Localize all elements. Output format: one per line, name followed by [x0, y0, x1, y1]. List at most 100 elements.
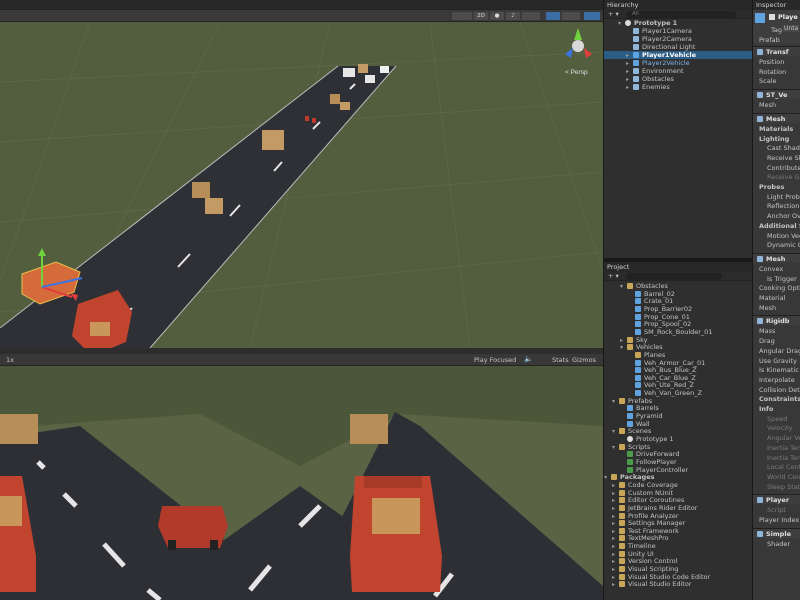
property-label: Script [767, 506, 786, 515]
component-icon [757, 115, 763, 122]
scene-view[interactable]: 2D ● ♪ < Persp [0, 0, 603, 348]
effects-toggle-icon[interactable] [522, 12, 540, 20]
tree-item[interactable]: ▸ Player2Vehicle [604, 59, 752, 67]
prefab-label: Prefab [759, 36, 780, 44]
tree-item[interactable]: ▸ Obstacles [604, 75, 752, 83]
tree-item-label: Player1Vehicle [642, 51, 696, 59]
prefab-icon [635, 374, 641, 381]
tree-item-label: Player2Camera [642, 35, 692, 43]
property-label: Sleep State [767, 482, 800, 491]
audio-toggle-icon[interactable]: ♪ [506, 12, 520, 20]
property-label: Shader [767, 539, 791, 548]
tree-item[interactable]: ▸ Environment [604, 67, 752, 75]
tree-item[interactable]: ▸ Player1Vehicle [604, 51, 752, 59]
unity-scene-icon [627, 436, 633, 442]
hidden-objects-icon[interactable] [546, 12, 560, 20]
scene-viewport[interactable]: < Persp [0, 22, 603, 348]
expand-arrow-icon[interactable]: ▸ [626, 84, 633, 92]
component-header[interactable]: Simple [753, 527, 800, 538]
project-add-icon[interactable]: + ▾ [608, 272, 619, 281]
property-label: Is Kinematic [759, 366, 799, 375]
component-header[interactable]: Mesh [753, 252, 800, 263]
property-label: Collision Dete [759, 385, 800, 394]
component-icon [757, 497, 763, 504]
prefab-icon [627, 420, 633, 427]
2d-toggle-button[interactable]: 2D [474, 12, 488, 20]
property-label: Angular Veloc [767, 434, 800, 443]
gizmos-toggle[interactable]: Gizmos [572, 356, 596, 364]
tag-dropdown[interactable]: Unta [783, 25, 800, 32]
component-header[interactable]: Rigidb [753, 315, 800, 326]
property-label: Anchor Ove [767, 212, 800, 221]
folder-icon [619, 481, 625, 488]
audio-mute-icon[interactable]: 🔈 [524, 355, 533, 363]
property-label: Speed [767, 414, 788, 423]
play-focused-dropdown[interactable]: Play Focused [474, 356, 516, 364]
project-search-input[interactable] [626, 273, 722, 280]
hierarchy-search-input[interactable]: All [626, 11, 736, 18]
hierarchy-tab[interactable]: Hierarchy [604, 0, 752, 10]
property-label: Inertia Tensor [767, 453, 800, 462]
property-label: Inertia Tensor [767, 443, 800, 452]
gameobject-icon [633, 68, 639, 74]
tree-item[interactable]: Player1Camera [604, 27, 752, 35]
prefab-icon [635, 321, 641, 328]
folder-icon [619, 497, 625, 504]
expand-arrow-icon[interactable]: ▸ [612, 581, 619, 589]
tree-item-label: Environment [642, 67, 684, 75]
property-label: World Center [767, 472, 800, 481]
component-title: ST_Ve [766, 91, 788, 100]
camera-settings-icon[interactable] [562, 12, 580, 20]
inspector-tab[interactable]: Inspector [753, 0, 800, 10]
prefab-icon [635, 367, 641, 374]
stats-toggle[interactable]: Stats [552, 356, 569, 364]
project-search-bar: + ▾ [604, 272, 752, 281]
lighting-toggle-icon[interactable]: ● [490, 12, 504, 20]
folder-icon [619, 558, 625, 565]
tree-item[interactable]: Directional Light [604, 43, 752, 51]
component-header[interactable]: ST_Ve [753, 89, 800, 100]
tree-item[interactable]: ▸ Enemies [604, 83, 752, 91]
property-label: Contribute [767, 163, 800, 172]
folder-icon [619, 397, 625, 404]
tree-item-label: Visual Studio Editor [628, 580, 692, 589]
project-title: Project [607, 263, 630, 271]
folder-icon [627, 283, 633, 289]
property-label: Motion Vec [767, 231, 800, 240]
property-label: Drag [759, 337, 775, 346]
add-icon[interactable]: + ▾ [608, 10, 619, 19]
shading-mode-button[interactable] [452, 12, 472, 20]
component-header[interactable]: Mesh [753, 112, 800, 123]
folder-icon [619, 527, 625, 534]
game-scale-label[interactable]: 1x [6, 356, 14, 364]
prefab-icon [635, 298, 641, 305]
gizmos-toggle-icon[interactable] [584, 12, 600, 20]
property-label: Is Trigger [767, 274, 797, 283]
component-header[interactable]: Player [753, 494, 800, 505]
project-tree: ▾ Obstacles Barrel_02 Crate_01 Prop_Barrier0… [604, 282, 752, 600]
property-label: Receive Gl [767, 173, 800, 182]
property-label: Position [759, 58, 785, 66]
cube-icon [755, 13, 765, 23]
game-view[interactable]: 1x Play Focused 🔈 Stats Gizmos [0, 348, 603, 600]
property-label: Local Center [767, 463, 800, 472]
object-name-field[interactable]: Playe [778, 13, 798, 21]
property-label: Lighting [759, 134, 790, 143]
property-label: Player Index [759, 516, 800, 524]
component-icon [757, 92, 763, 99]
tree-item[interactable]: ▸ Visual Studio Editor [604, 580, 752, 588]
component-icon [757, 49, 763, 55]
tree-item[interactable]: Player2Camera [604, 35, 752, 43]
property-label: Use Gravity [759, 356, 797, 365]
property-label: Probes [759, 183, 785, 191]
project-tab[interactable]: Project [604, 262, 752, 272]
inspector-panel: Inspector Playe Tag Unta Prefab Transf Po… [753, 0, 800, 600]
csharp-script-icon [627, 466, 633, 473]
tree-item[interactable]: ▾ Prototype 1 [604, 19, 752, 27]
active-checkbox[interactable] [769, 14, 775, 20]
component-header[interactable]: Transf [753, 46, 800, 56]
perspective-label[interactable]: < Persp [565, 69, 588, 76]
folder-icon [619, 566, 625, 573]
game-viewport[interactable] [0, 366, 603, 600]
property-label: Reflection [767, 202, 800, 211]
